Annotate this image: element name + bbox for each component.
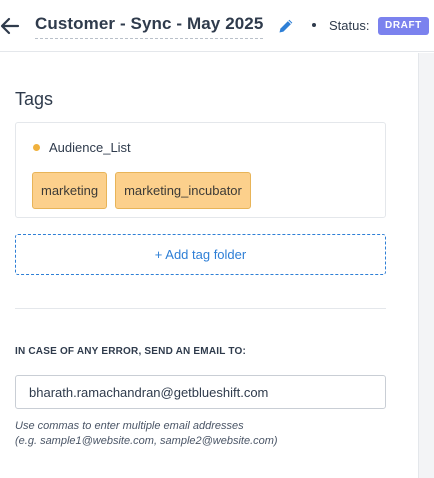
folder-dot-icon bbox=[33, 144, 40, 151]
page-title[interactable]: Customer - Sync - May 2025 bbox=[35, 14, 264, 39]
tag-chip-list: marketing marketing_incubator bbox=[32, 172, 251, 209]
tag-chip[interactable]: marketing_incubator bbox=[115, 172, 251, 209]
status-label: Status: bbox=[329, 18, 370, 33]
edit-title-button[interactable] bbox=[277, 17, 295, 35]
separator-dot bbox=[312, 23, 316, 27]
error-email-label: IN CASE OF ANY ERROR, SEND AN EMAIL TO: bbox=[15, 346, 246, 357]
main-content: Tags Audience_List marketing marketing_i… bbox=[0, 53, 418, 478]
email-hint: Use commas to enter multiple email addre… bbox=[15, 419, 278, 449]
tag-chip[interactable]: marketing bbox=[32, 172, 108, 209]
add-tag-folder-button[interactable]: + Add tag folder bbox=[15, 234, 386, 275]
tags-section-title: Tags bbox=[15, 89, 54, 109]
email-hint-line: Use commas to enter multiple email addre… bbox=[15, 420, 244, 432]
page-header: Customer - Sync - May 2025 Status: DRAFT bbox=[0, 0, 434, 52]
email-hint-line: (e.g. sample1@website.com, sample2@websi… bbox=[15, 435, 278, 447]
back-button[interactable] bbox=[0, 13, 22, 39]
pencil-icon bbox=[279, 19, 293, 33]
arrow-left-icon bbox=[0, 17, 20, 35]
status-badge: DRAFT bbox=[378, 17, 429, 35]
tag-folder-name: Audience_List bbox=[49, 140, 131, 155]
error-email-input[interactable] bbox=[15, 375, 386, 409]
scrollbar-track[interactable] bbox=[418, 53, 434, 478]
section-divider bbox=[15, 308, 386, 309]
tag-folder-card: Audience_List marketing marketing_incuba… bbox=[15, 122, 386, 218]
